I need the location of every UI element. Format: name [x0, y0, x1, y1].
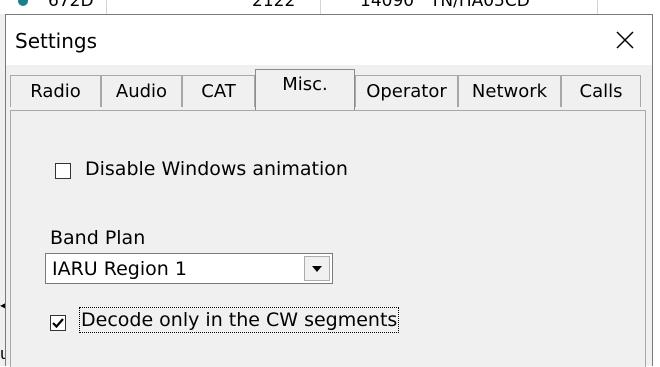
tab-label: Radio	[30, 81, 81, 102]
dropdown-button[interactable]	[304, 256, 330, 281]
close-button[interactable]	[598, 15, 652, 65]
band-plan-label: Band Plan	[50, 227, 146, 249]
tab-audio[interactable]: Audio	[101, 75, 182, 107]
background-text-fragment: ι	[0, 344, 6, 363]
tab-calls[interactable]: Calls	[561, 75, 641, 107]
close-icon	[616, 31, 634, 49]
tab-radio[interactable]: Radio	[10, 75, 101, 107]
background-cell: TN/HA05CD	[430, 0, 530, 11]
background-cell: 14090	[360, 0, 415, 11]
decode-cw-checkbox[interactable]	[50, 315, 66, 331]
disable-animation-checkbox[interactable]	[55, 163, 71, 179]
disable-animation-label[interactable]: Disable Windows animation	[85, 158, 348, 180]
tab-label: Audio	[115, 81, 168, 102]
decode-cw-label[interactable]: Decode only in the CW segments	[78, 307, 400, 333]
dialog-title: Settings	[15, 29, 98, 53]
tab-label: Misc.	[282, 73, 328, 95]
background-cell: 672D	[48, 0, 94, 11]
title-bar[interactable]: Settings	[6, 15, 652, 65]
band-plan-select[interactable]: IARU Region 1	[45, 253, 333, 284]
tab-strip: Radio Audio CAT Misc. Operator Network C…	[6, 65, 652, 127]
tab-label: CAT	[201, 81, 236, 102]
background-cell: 2122	[252, 0, 296, 11]
checkmark-icon	[52, 318, 64, 329]
background-table-row: 672D 2122 14090 TN/HA05CD	[0, 0, 660, 14]
tab-label: Operator	[366, 81, 447, 102]
band-plan-selected-value: IARU Region 1	[52, 258, 187, 280]
status-dot-icon	[18, 0, 28, 6]
tab-cat[interactable]: CAT	[182, 75, 255, 107]
tab-label: Network	[471, 81, 548, 102]
tab-label: Calls	[579, 81, 623, 102]
settings-dialog: Settings Disable Windows animation Band …	[5, 14, 653, 367]
chevron-down-icon	[312, 265, 322, 272]
tab-network[interactable]: Network	[458, 75, 561, 107]
tab-operator[interactable]: Operator	[355, 75, 458, 107]
tab-misc[interactable]: Misc.	[255, 69, 355, 110]
